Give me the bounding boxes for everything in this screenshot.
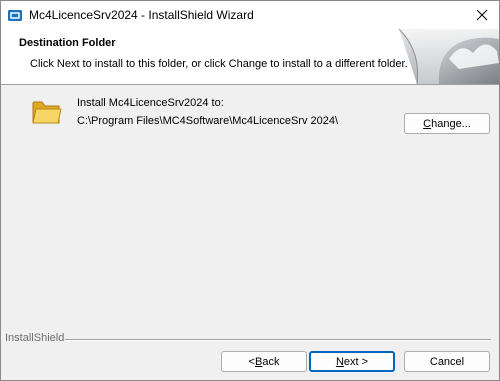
- next-accel: N: [335, 355, 344, 368]
- title-bar[interactable]: Mc4LicenceSrv2024 - InstallShield Wizard: [1, 1, 499, 29]
- close-button[interactable]: [465, 1, 499, 29]
- folder-icon: [32, 101, 62, 124]
- footer-divider: [65, 339, 491, 341]
- back-accel: B: [254, 355, 263, 368]
- installshield-brand: InstallShield: [5, 332, 65, 344]
- change-button[interactable]: Change...: [404, 113, 490, 134]
- header-banner: Destination Folder Click Next to install…: [1, 29, 499, 85]
- next-button[interactable]: Next >: [309, 351, 395, 372]
- back-button[interactable]: < Back: [221, 351, 307, 372]
- installer-window: Mc4LicenceSrv2024 - InstallShield Wizard…: [0, 0, 500, 381]
- change-label: hange...: [431, 117, 471, 130]
- page-curl-graphic: [399, 29, 499, 84]
- window-title: Mc4LicenceSrv2024 - InstallShield Wizard: [29, 8, 254, 22]
- close-icon: [476, 9, 488, 21]
- back-label: ack: [262, 355, 280, 368]
- installer-icon: [8, 10, 22, 21]
- install-label: Install Mc4LicenceSrv2024 to:: [77, 97, 224, 109]
- page-subtitle: Click Next to install to this folder, or…: [30, 58, 408, 70]
- page-title: Destination Folder: [19, 37, 116, 49]
- cancel-button[interactable]: Cancel: [404, 351, 490, 372]
- change-accel: C: [423, 117, 432, 130]
- install-path: C:\Program Files\MC4Software\Mc4LicenceS…: [77, 115, 339, 127]
- next-label: ext >: [343, 355, 369, 368]
